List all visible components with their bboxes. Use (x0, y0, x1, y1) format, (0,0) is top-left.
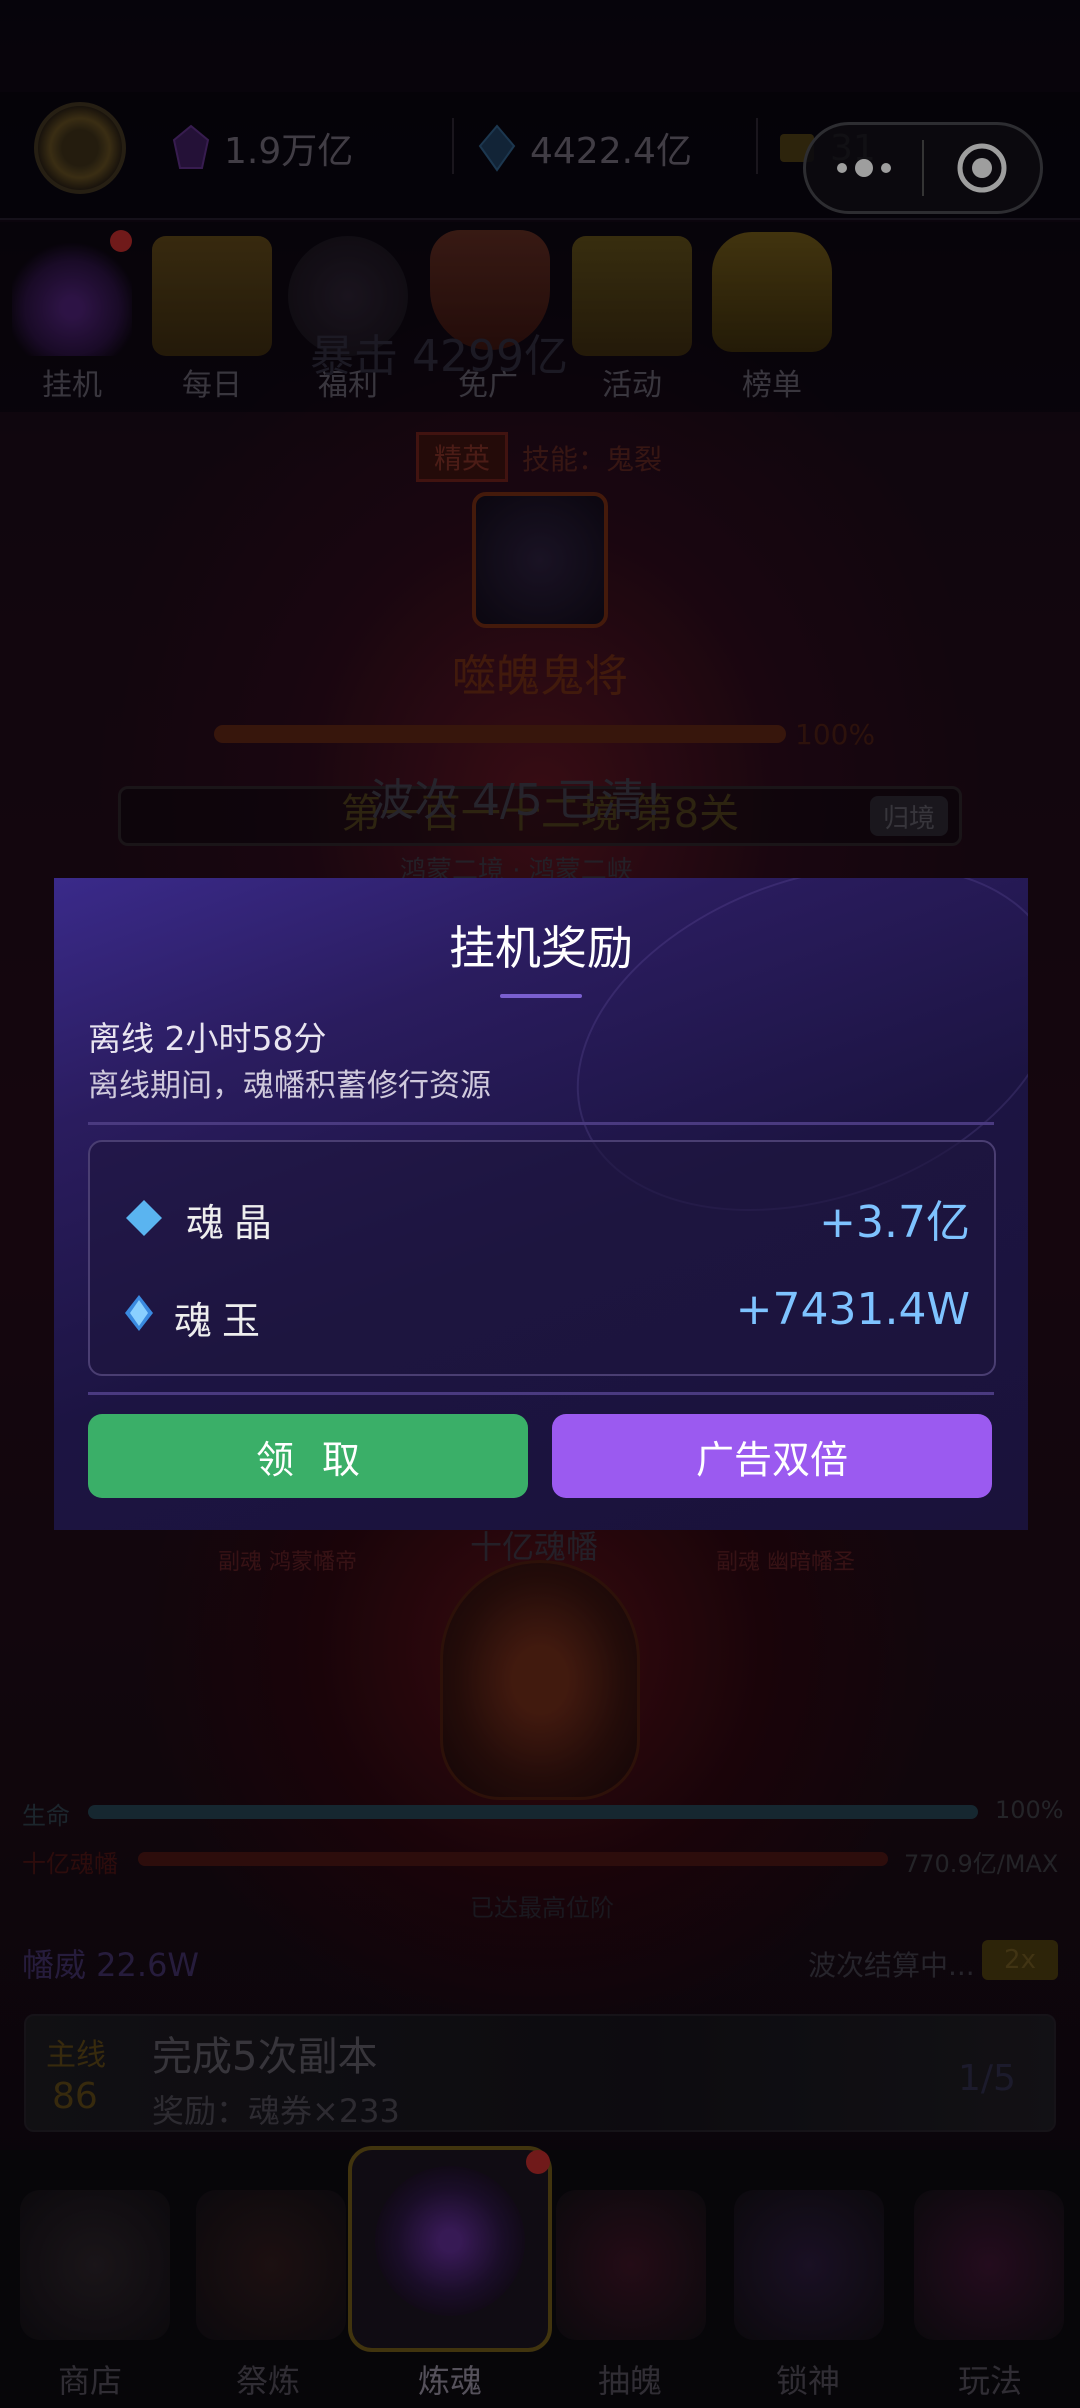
reward-value: +7431.4W (735, 1284, 970, 1335)
divider (88, 1122, 994, 1125)
reward-value: +3.7亿 (819, 1197, 970, 1248)
ad-double-button[interactable]: 广告双倍 (552, 1414, 992, 1498)
title-underline (500, 994, 582, 998)
offline-description: 离线期间，魂幡积蓄修行资源 (88, 1068, 491, 1104)
reward-name: 魂玉 (174, 1299, 271, 1343)
soul-jade-icon (125, 1295, 153, 1331)
reward-row: 魂晶 +3.7亿 (90, 1178, 998, 1248)
reward-name: 魂晶 (186, 1201, 283, 1245)
reward-list: 魂晶 +3.7亿 魂玉 +7431.4W (88, 1140, 996, 1376)
divider (88, 1392, 994, 1395)
idle-reward-modal: 挂机奖励 离线 2小时58分 离线期间，魂幡积蓄修行资源 魂晶 +3.7亿 魂玉… (54, 878, 1028, 1530)
soul-crystal-icon (126, 1200, 162, 1236)
offline-duration: 离线 2小时58分 (88, 1019, 327, 1058)
modal-title: 挂机奖励 (449, 921, 633, 975)
reward-row: 魂玉 +7431.4W (90, 1276, 998, 1346)
claim-button[interactable]: 领取 (88, 1414, 528, 1498)
